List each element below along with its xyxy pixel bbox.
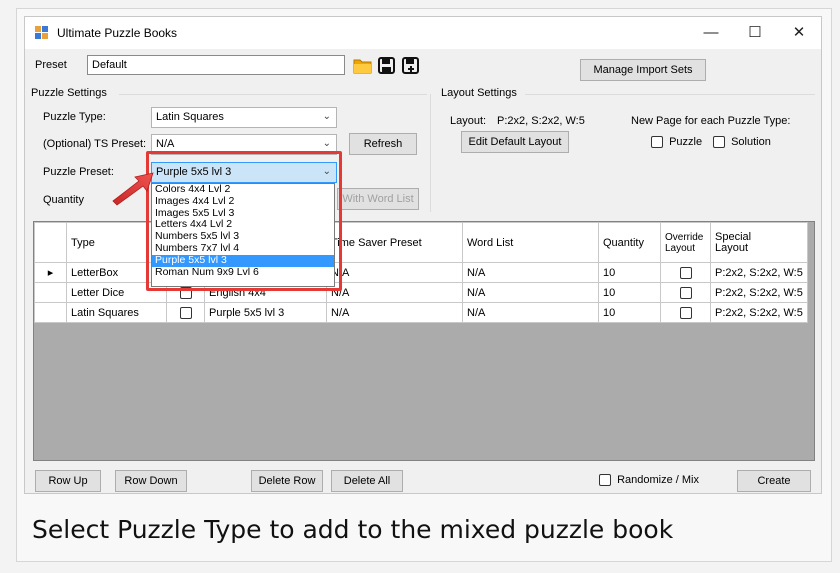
delete-all-button[interactable]: Delete All bbox=[331, 470, 403, 492]
row-header-corner bbox=[34, 222, 67, 263]
special-layout-cell[interactable]: P:2x2, S:2x2, W:5 bbox=[710, 262, 808, 283]
with-word-list-button[interactable]: With Word List bbox=[337, 188, 419, 210]
ts-preset-cell[interactable]: N/A bbox=[326, 282, 463, 303]
checkbox-box[interactable] bbox=[679, 306, 692, 319]
override-header-line1: Override bbox=[665, 231, 704, 243]
app-window: Ultimate Puzzle Books — ☐ ✕ Preset Defau… bbox=[24, 16, 822, 494]
preset-cell[interactable]: Purple 5x5 lvl 3 bbox=[204, 302, 327, 323]
row-up-button[interactable]: Row Up bbox=[35, 470, 101, 492]
override-cell[interactable] bbox=[660, 262, 711, 283]
save-as-icon[interactable] bbox=[401, 56, 420, 75]
ts-preset-label: (Optional) TS Preset: bbox=[43, 138, 147, 150]
app-icon bbox=[35, 26, 49, 40]
manage-import-sets-button[interactable]: Manage Import Sets bbox=[580, 59, 706, 81]
special-header-line2: Layout bbox=[715, 241, 749, 254]
type-cell[interactable]: Latin Squares bbox=[66, 302, 167, 323]
word-list-cell[interactable]: N/A bbox=[462, 302, 599, 323]
column-header-override-layout[interactable]: Override Layout bbox=[660, 222, 711, 263]
solution-checkbox-label: Solution bbox=[731, 136, 771, 148]
column-header-special-layout[interactable]: Special Layout bbox=[710, 222, 808, 263]
annotation-highlight-box bbox=[146, 151, 342, 291]
checkbox-box[interactable] bbox=[179, 306, 192, 319]
column-header-ts-preset[interactable]: Time Saver Preset bbox=[326, 222, 463, 263]
puzzle-checkbox-label: Puzzle bbox=[669, 136, 703, 148]
preset-input[interactable]: Default bbox=[87, 55, 345, 75]
refresh-button[interactable]: Refresh bbox=[349, 133, 417, 155]
column-header-word-list[interactable]: Word List bbox=[462, 222, 599, 263]
checkbox-box[interactable] bbox=[679, 266, 692, 279]
quantity-label: Quantity bbox=[43, 194, 84, 206]
title-bar: Ultimate Puzzle Books — ☐ ✕ bbox=[25, 17, 821, 49]
preset-label: Preset bbox=[35, 59, 67, 71]
caption-text: Select Puzzle Type to add to the mixed p… bbox=[32, 515, 674, 544]
puzzle-type-value: Latin Squares bbox=[156, 111, 224, 123]
quantity-cell[interactable]: 10 bbox=[598, 262, 661, 283]
special-layout-cell[interactable]: P:2x2, S:2x2, W:5 bbox=[710, 302, 808, 323]
group-divider bbox=[430, 94, 431, 212]
check-cell[interactable] bbox=[166, 302, 205, 323]
randomize-label: Randomize / Mix bbox=[617, 474, 699, 486]
layout-value: P:2x2, S:2x2, W:5 bbox=[497, 115, 585, 127]
window-title: Ultimate Puzzle Books bbox=[57, 26, 178, 40]
ts-preset-cell[interactable]: N/A bbox=[326, 302, 463, 323]
puzzle-checkbox[interactable]: Puzzle bbox=[651, 136, 703, 149]
word-list-cell[interactable]: N/A bbox=[462, 262, 599, 283]
chevron-down-icon: ⌄ bbox=[322, 111, 331, 122]
ts-preset-cell[interactable]: N/A bbox=[326, 262, 463, 283]
close-button[interactable]: ✕ bbox=[777, 17, 821, 49]
row-header-cell[interactable] bbox=[34, 302, 67, 323]
puzzle-settings-divider bbox=[119, 94, 427, 95]
checkbox-box[interactable] bbox=[599, 474, 611, 487]
quantity-cell[interactable]: 10 bbox=[598, 302, 661, 323]
override-cell[interactable] bbox=[660, 302, 711, 323]
override-header-line2: Layout bbox=[665, 242, 696, 254]
minimize-button[interactable]: — bbox=[689, 17, 733, 49]
folder-icon[interactable] bbox=[353, 56, 372, 75]
row-pointer-icon[interactable]: ▸ bbox=[34, 262, 67, 283]
new-page-label: New Page for each Puzzle Type: bbox=[631, 115, 791, 127]
puzzle-preset-label: Puzzle Preset: bbox=[43, 166, 114, 178]
table-row[interactable]: Latin Squares Purple 5x5 lvl 3 N/A N/A 1… bbox=[34, 302, 808, 323]
delete-row-button[interactable]: Delete Row bbox=[251, 470, 323, 492]
puzzle-settings-group-label: Puzzle Settings bbox=[31, 87, 107, 99]
maximize-button[interactable]: ☐ bbox=[733, 17, 777, 49]
create-button[interactable]: Create bbox=[737, 470, 811, 492]
row-down-button[interactable]: Row Down bbox=[115, 470, 187, 492]
quantity-cell[interactable]: 10 bbox=[598, 282, 661, 303]
column-header-quantity[interactable]: Quantity bbox=[598, 222, 661, 263]
layout-settings-group-label: Layout Settings bbox=[441, 87, 517, 99]
randomize-checkbox[interactable]: Randomize / Mix bbox=[599, 474, 699, 487]
layout-label: Layout: bbox=[450, 115, 487, 127]
checkbox-box[interactable] bbox=[679, 286, 692, 299]
ts-preset-value: N/A bbox=[156, 138, 175, 150]
row-header-cell[interactable] bbox=[34, 282, 67, 303]
checkbox-box[interactable] bbox=[651, 136, 663, 149]
layout-settings-divider bbox=[525, 94, 815, 95]
word-list-cell[interactable]: N/A bbox=[462, 282, 599, 303]
arrow-pointer-icon bbox=[112, 172, 154, 206]
special-layout-cell[interactable]: P:2x2, S:2x2, W:5 bbox=[710, 282, 808, 303]
override-cell[interactable] bbox=[660, 282, 711, 303]
solution-checkbox[interactable]: Solution bbox=[713, 136, 771, 149]
edit-default-layout-button[interactable]: Edit Default Layout bbox=[461, 131, 569, 153]
save-icon[interactable] bbox=[377, 56, 396, 75]
puzzle-type-combo[interactable]: Latin Squares ⌄ bbox=[151, 107, 337, 128]
checkbox-box[interactable] bbox=[713, 136, 725, 149]
puzzle-type-label: Puzzle Type: bbox=[43, 111, 106, 123]
